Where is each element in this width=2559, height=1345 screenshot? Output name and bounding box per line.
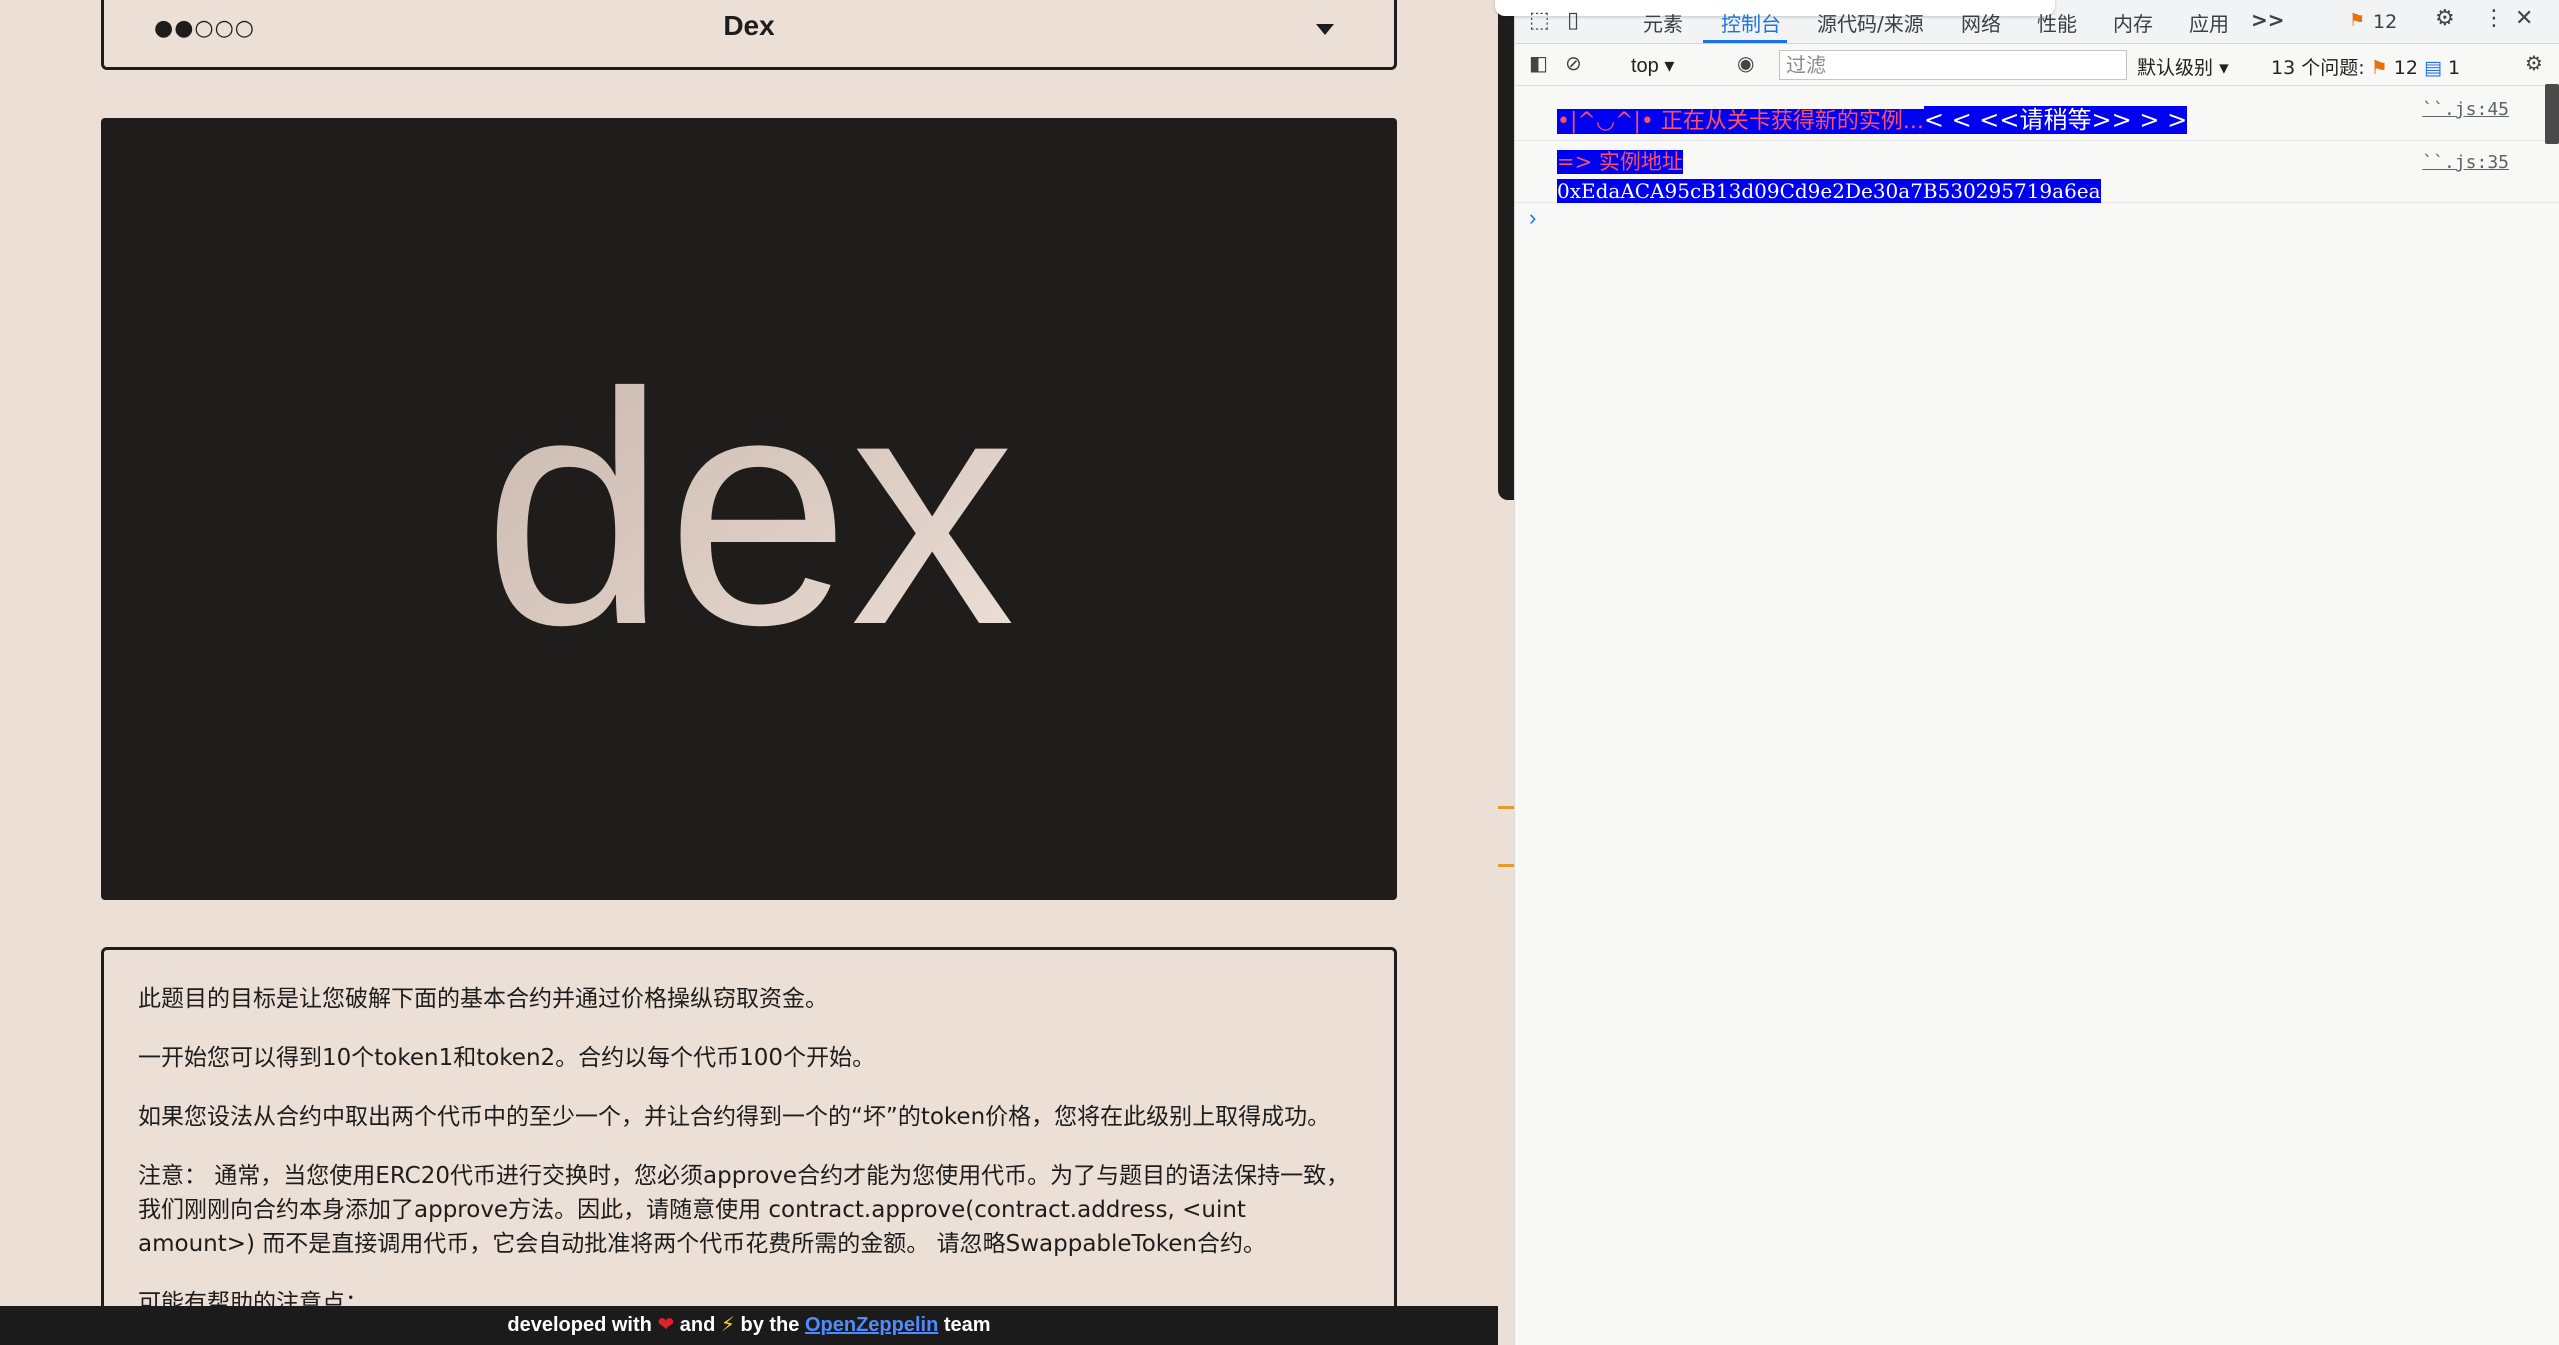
sidebar-toggle-icon[interactable]: ◧ bbox=[1529, 51, 1548, 75]
log-level-select[interactable]: 默认级别 ▾ bbox=[2137, 53, 2229, 80]
divider-marker bbox=[1498, 864, 1514, 867]
scrollbar-thumb[interactable] bbox=[2545, 84, 2559, 144]
tab-performance[interactable]: 性能 bbox=[2037, 8, 2077, 37]
console-message: => 实例地址 0xEdaACA95cB13d09Cd9e2De30a7B530… bbox=[1515, 141, 2559, 203]
chevron-down-icon[interactable] bbox=[1316, 24, 1334, 35]
warning-flag-icon: ⚑ bbox=[2370, 57, 2388, 79]
info-message-icon: ▤ bbox=[2424, 57, 2442, 79]
chevron-down-icon: ▾ bbox=[1664, 55, 1675, 77]
description-paragraph: 一开始您可以得到10个token1和token2。合约以每个代币100个开始。 bbox=[138, 1045, 876, 1071]
console-output: •|^◡^|• 正在从关卡获得新的实例...< < <<请稍等>> > > ``… bbox=[1515, 87, 2559, 230]
console-message-text: < < <<请稍等>> > > bbox=[1923, 106, 2188, 134]
openzeppelin-link[interactable]: OpenZeppelin bbox=[805, 1314, 938, 1336]
context-value: top bbox=[1631, 55, 1659, 77]
console-message: •|^◡^|• 正在从关卡获得新的实例...< < <<请稍等>> > > ``… bbox=[1515, 87, 2559, 141]
level-selector[interactable]: ●●○○○ Dex bbox=[101, 0, 1397, 70]
console-message-text: •|^◡^|• 正在从关卡获得新的实例... bbox=[1557, 109, 1924, 134]
devtools-tab-bar: ⬚ ▯ 元素 控制台 源代码/来源 网络 性能 内存 应用 >> ⚑ 12 ⚙ … bbox=[1495, 0, 2559, 44]
tab-memory[interactable]: 内存 bbox=[2113, 8, 2153, 37]
log-level-value: 默认级别 bbox=[2137, 57, 2214, 79]
console-settings-gear-icon[interactable]: ⚙ bbox=[2525, 51, 2543, 75]
active-tab-indicator bbox=[1703, 40, 1787, 43]
inspect-element-icon[interactable]: ⬚ bbox=[1529, 8, 1550, 33]
console-source-link[interactable]: ``.js:45 bbox=[2422, 99, 2509, 120]
device-toolbar-icon[interactable]: ▯ bbox=[1567, 8, 1579, 33]
issues-total: 13 个问题: bbox=[2271, 57, 2365, 79]
tab-sources[interactable]: 源代码/来源 bbox=[1817, 8, 1924, 37]
level-hero-image: dex bbox=[101, 118, 1397, 900]
console-message-text: => 实例地址 bbox=[1557, 150, 1683, 174]
issues-summary[interactable]: 13 个问题: ⚑ 12 ▤ 1 bbox=[2271, 53, 2460, 80]
console-filter-input[interactable] bbox=[1779, 50, 2127, 80]
instance-address: 0xEdaACA95cB13d09Cd9e2De30a7B530295719a6… bbox=[1557, 179, 2101, 203]
kebab-menu-icon[interactable]: ⋮ bbox=[2483, 6, 2505, 31]
heart-icon: ❤ bbox=[657, 1314, 675, 1336]
level-description: 此题目的目标是让您破解下面的基本合约并通过价格操纵窃取资金。 一开始您可以得到1… bbox=[101, 947, 1397, 1345]
more-tabs-icon[interactable]: >> bbox=[2251, 8, 2285, 32]
description-paragraph: 如果您设法从合约中取出两个代币中的至少一个，并让合约得到一个的“坏”的token… bbox=[138, 1104, 1331, 1130]
level-title: Dex bbox=[723, 10, 775, 41]
tab-console[interactable]: 控制台 bbox=[1721, 8, 1781, 37]
console-toolbar: ◧ ⊘ top ▾ ◉ 默认级别 ▾ 13 个问题: ⚑ 12 ▤ 1 ⚙ bbox=[1515, 45, 2559, 86]
tab-application[interactable]: 应用 bbox=[2189, 8, 2229, 37]
level-page: ●●○○○ Dex dex 此题目的目标是让您破解下面的基本合约并通过价格操纵窃… bbox=[0, 0, 1498, 1345]
context-select[interactable]: top ▾ bbox=[1631, 53, 1674, 78]
tab-elements[interactable]: 元素 bbox=[1643, 8, 1683, 37]
devtools-panel: ⬚ ▯ 元素 控制台 源代码/来源 网络 性能 内存 应用 >> ⚑ 12 ⚙ … bbox=[1495, 0, 2559, 1345]
close-icon[interactable]: ✕ bbox=[2515, 6, 2533, 31]
eye-icon[interactable]: ◉ bbox=[1737, 51, 1754, 75]
issues-badge-count[interactable]: 12 bbox=[2373, 11, 2397, 33]
footer-text: by the bbox=[740, 1314, 800, 1336]
description-paragraph: 此题目的目标是让您破解下面的基本合约并通过价格操纵窃取资金。 bbox=[138, 986, 828, 1012]
divider-marker bbox=[1498, 806, 1514, 809]
dex-logo-icon: dex bbox=[483, 324, 1015, 693]
footer-text: and bbox=[679, 1314, 716, 1336]
panel-divider-handle[interactable] bbox=[1498, 0, 1514, 500]
chevron-down-icon: ▾ bbox=[2219, 57, 2229, 79]
lightning-icon: ⚡ bbox=[720, 1314, 735, 1336]
site-footer: developed with ❤ and ⚡ by the OpenZeppel… bbox=[0, 1306, 1498, 1345]
clear-console-icon[interactable]: ⊘ bbox=[1565, 51, 1582, 75]
issues-info-count: 1 bbox=[2448, 57, 2461, 79]
gear-icon[interactable]: ⚙ bbox=[2435, 6, 2455, 31]
hero-logo-text: dex bbox=[483, 324, 1015, 693]
footer-text: team bbox=[943, 1314, 991, 1336]
description-paragraph: 注意： 通常，当您使用ERC20代币进行交换时，您必须approve合约才能为您… bbox=[138, 1163, 1350, 1257]
console-source-link[interactable]: ``.js:35 bbox=[2422, 149, 2509, 176]
footer-text: developed with bbox=[507, 1314, 652, 1336]
console-prompt-chevron-icon[interactable]: › bbox=[1529, 205, 1536, 231]
tab-network[interactable]: 网络 bbox=[1961, 8, 2001, 37]
issues-warn-count: 12 bbox=[2393, 57, 2418, 79]
warning-flag-icon[interactable]: ⚑ bbox=[2349, 10, 2365, 31]
